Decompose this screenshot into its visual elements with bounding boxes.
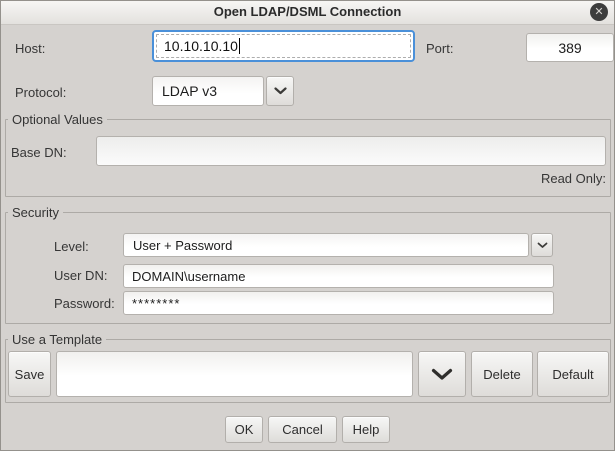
template-dropdown-button[interactable]	[418, 351, 466, 397]
user-dn-label: User DN:	[54, 268, 107, 283]
window-title: Open LDAP/DSML Connection	[1, 4, 614, 19]
open-ldap-dialog: Open LDAP/DSML Connection ✕ Host: 10.10.…	[0, 0, 615, 451]
cancel-button[interactable]: Cancel	[268, 416, 337, 443]
host-value: 10.10.10.10	[164, 38, 240, 54]
base-dn-input[interactable]	[96, 136, 606, 166]
protocol-dropdown-button[interactable]	[266, 76, 294, 106]
security-legend: Security	[8, 205, 63, 220]
read-only-label: Read Only:	[451, 171, 606, 186]
host-label: Host:	[15, 41, 45, 56]
close-button[interactable]: ✕	[590, 3, 608, 21]
ok-button[interactable]: OK	[225, 416, 263, 443]
password-label: Password:	[54, 296, 115, 311]
chevron-down-icon	[537, 242, 548, 249]
optional-values-legend: Optional Values	[8, 112, 107, 127]
level-dropdown-button[interactable]	[531, 233, 553, 257]
template-input[interactable]	[56, 351, 413, 397]
close-icon: ✕	[594, 7, 603, 18]
default-button[interactable]: Default	[537, 351, 609, 397]
protocol-select[interactable]: LDAP v3	[152, 76, 264, 106]
text-caret	[239, 38, 240, 54]
port-label: Port:	[426, 41, 453, 56]
base-dn-label: Base DN:	[11, 145, 67, 160]
save-button[interactable]: Save	[8, 351, 51, 397]
chevron-down-icon	[274, 87, 287, 95]
level-value: User + Password	[133, 238, 232, 253]
protocol-label: Protocol:	[15, 85, 66, 100]
titlebar: Open LDAP/DSML Connection ✕	[1, 1, 614, 25]
level-select[interactable]: User + Password	[123, 233, 529, 257]
template-legend: Use a Template	[8, 332, 106, 347]
level-label: Level:	[54, 239, 89, 254]
chevron-down-icon	[431, 368, 453, 381]
protocol-value: LDAP v3	[162, 83, 217, 99]
help-button[interactable]: Help	[342, 416, 390, 443]
password-input[interactable]	[123, 291, 554, 315]
delete-button[interactable]: Delete	[471, 351, 533, 397]
port-input[interactable]	[526, 33, 614, 62]
user-dn-input[interactable]	[123, 264, 554, 288]
host-input[interactable]: 10.10.10.10	[152, 30, 415, 62]
